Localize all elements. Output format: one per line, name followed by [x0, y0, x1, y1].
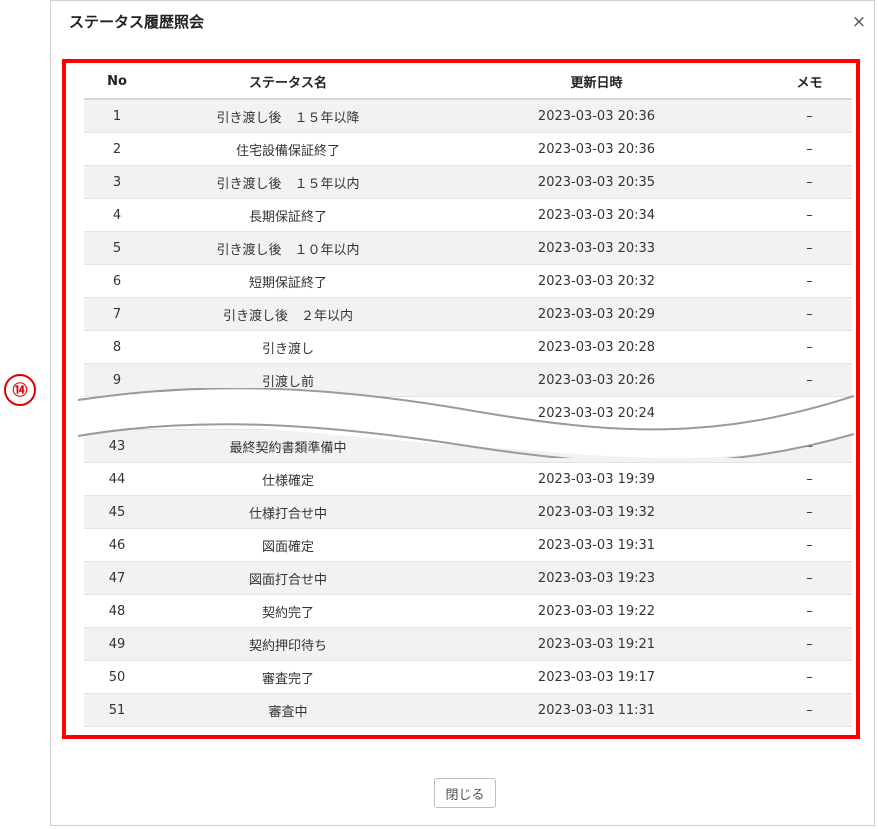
close-icon[interactable]: × — [850, 12, 868, 32]
annotation-label-14: ⑭ — [4, 374, 36, 406]
close-button[interactable]: 閉じる — [434, 778, 496, 808]
annotation-highlight-frame — [62, 59, 860, 739]
dialog-title: ステータス履歴照会 — [69, 13, 205, 31]
